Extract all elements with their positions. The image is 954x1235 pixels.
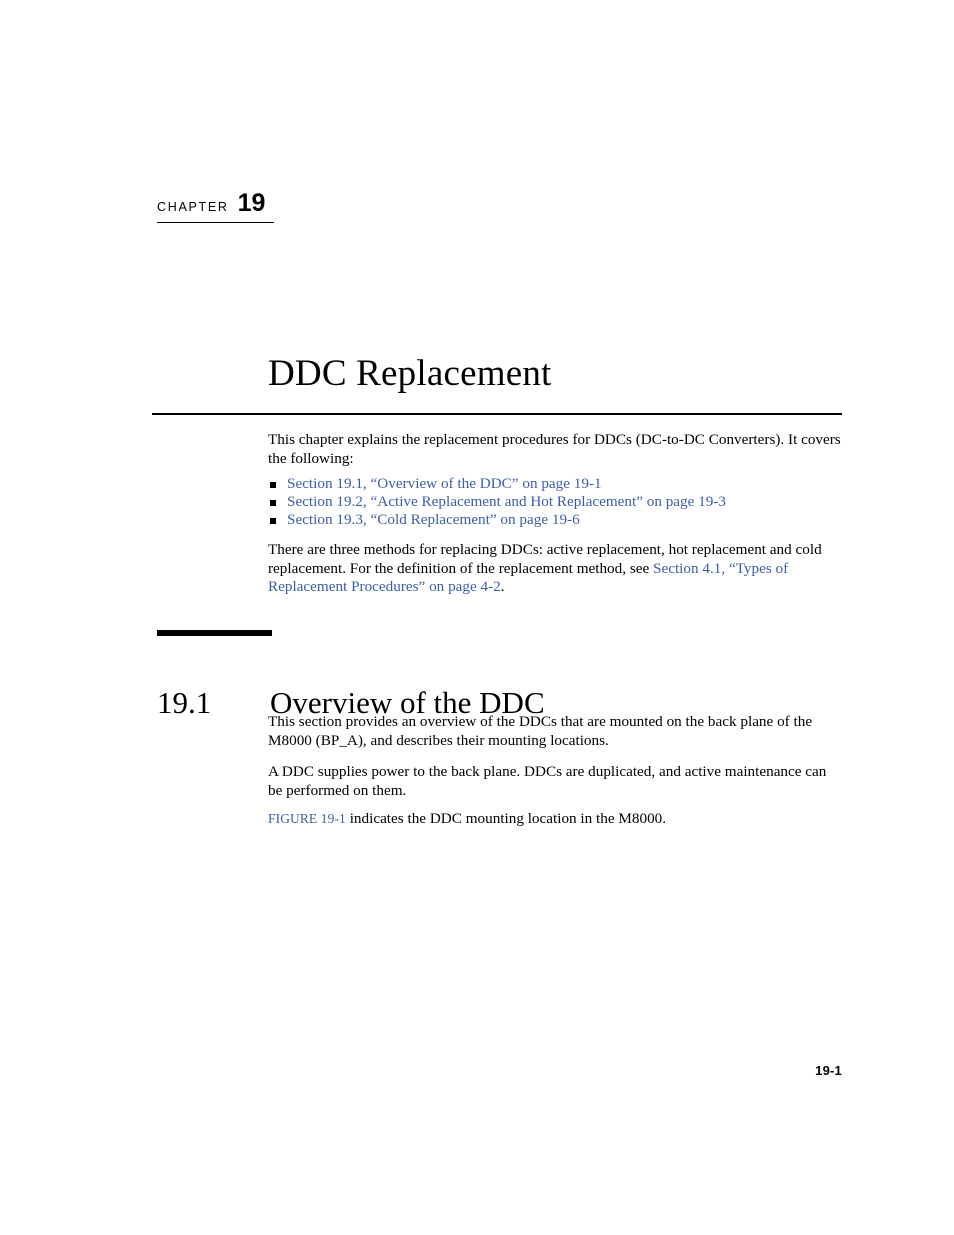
- chapter-contents-list: Section 19.1, “Overview of the DDC” on p…: [268, 475, 848, 530]
- document-page: CHAPTER 19 DDC Replacement This chapter …: [0, 0, 954, 1235]
- figure-reference-trailing-text: indicates the DDC mounting location in t…: [345, 810, 667, 827]
- chapter-underline-rule: [157, 222, 274, 224]
- list-item[interactable]: Section 19.2, “Active Replacement and Ho…: [268, 493, 848, 511]
- intro-paragraph-block: This chapter explains the replacement pr…: [268, 431, 842, 468]
- toc-link-section-19-3[interactable]: Section 19.3, “Cold Replacement” on page…: [287, 511, 580, 528]
- toc-link-section-19-2[interactable]: Section 19.2, “Active Replacement and Ho…: [287, 493, 726, 510]
- section-paragraph-1: This section provides an overview of the…: [268, 713, 813, 749]
- section-paragraph-3: FIGURE 19-1 indicates the DDC mounting l…: [268, 810, 842, 829]
- page-title: DDC Replacement: [268, 352, 552, 394]
- list-item[interactable]: Section 19.3, “Cold Replacement” on page…: [268, 511, 848, 529]
- toc-link-section-19-1[interactable]: Section 19.1, “Overview of the DDC” on p…: [287, 475, 602, 492]
- section-paragraph-2: A DDC supplies power to the back plane. …: [268, 763, 827, 799]
- title-divider-rule: [152, 413, 842, 415]
- intro-paragraph: This chapter explains the replacement pr…: [268, 431, 841, 467]
- section-paragraph-block-3: FIGURE 19-1 indicates the DDC mounting l…: [268, 810, 842, 829]
- square-bullet-icon: [270, 481, 276, 488]
- methods-paragraph: There are three methods for replacing DD…: [268, 541, 842, 597]
- chapter-marker: CHAPTER 19: [157, 191, 457, 216]
- chapter-label: CHAPTER: [157, 200, 229, 214]
- page-number-footer: 19-1: [815, 1063, 842, 1078]
- square-bullet-icon: [270, 499, 276, 506]
- section-paragraph-block-1: This section provides an overview of the…: [268, 713, 842, 750]
- list-item[interactable]: Section 19.1, “Overview of the DDC” on p…: [268, 475, 848, 493]
- section-paragraph-block-2: A DDC supplies power to the back plane. …: [268, 763, 842, 800]
- chapter-number: 19: [237, 189, 266, 217]
- square-bullet-icon: [270, 517, 276, 524]
- figure-reference-link[interactable]: FIGURE 19-1: [268, 811, 346, 826]
- section-heading-rule: [157, 630, 272, 636]
- section-number: 19.1: [157, 684, 212, 720]
- methods-text-after: .: [500, 578, 505, 596]
- chapter-line: CHAPTER 19: [157, 191, 457, 216]
- methods-paragraph-block: There are three methods for replacing DD…: [268, 541, 842, 597]
